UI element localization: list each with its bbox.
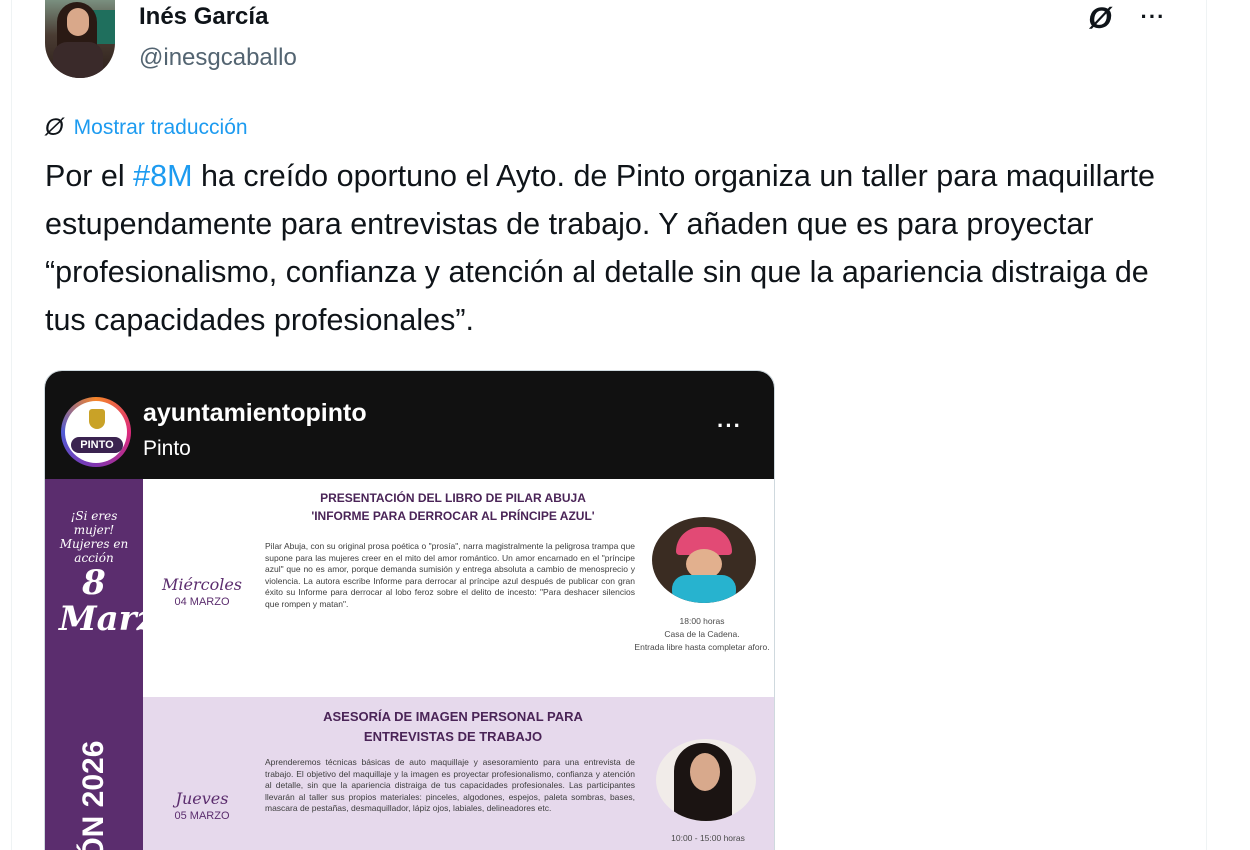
event-block-2: Jueves 05 MARZO ASESORÍA DE IMAGEN PERSO… [143,697,774,850]
event-day-script: Miércoles [161,575,242,594]
instagram-location: Pinto [143,437,191,460]
event-description: Pilar Abuja, con su original prosa poéti… [265,541,635,609]
poster-vertical-year: IÓN 2026 [77,740,110,850]
event-date: 04 MARZO [174,596,230,608]
instagram-header: PINTO ayuntamientopinto Pinto ··· [45,371,774,479]
event-date: 05 MARZO [174,810,230,822]
more-options-icon[interactable]: ··· [1136,4,1170,36]
side-script-line: ¡Si eres mujer! Mujeres en acción [59,509,129,565]
logo-text: PINTO [71,437,123,453]
shield-icon [89,409,105,429]
poster-sidebar: ¡Si eres mujer! Mujeres en acción 8 Marz… [45,479,179,850]
poster-side-script: ¡Si eres mujer! Mujeres en acción 8 Marz… [59,509,179,637]
tweet-text-part: ha creído oportuno el Ayto. de Pinto org… [45,159,1155,337]
author-avatar[interactable] [45,0,115,78]
tweet-text: Por el #8M ha creído oportuno el Ayto. d… [45,152,1165,344]
event-title-line: ENTREVISTAS DE TRABAJO [363,729,543,744]
instagram-account-name: ayuntamientopinto [143,399,367,427]
side-big-date: 8 Marzo [59,563,179,639]
event-title: ASESORÍA DE IMAGEN PERSONAL PARA ENTREVI… [253,707,653,747]
event-title-line: ASESORÍA DE IMAGEN PERSONAL PARA [323,709,583,724]
event-day: Miércoles 04 MARZO [157,575,247,608]
event-day: Jueves 05 MARZO [157,789,247,822]
event-info: 18:00 horas Casa de la Cadena. Entrada l… [627,615,774,654]
grok-icon[interactable]: Ø [1082,4,1118,36]
instructor-photo [656,739,756,821]
event-description: Aprenderemos técnicas básicas de auto ma… [265,757,635,814]
tweet-media-image[interactable]: PINTO ayuntamientopinto Pinto ··· ¡Si er… [44,370,775,850]
event-title-line: PRESENTACIÓN DEL LIBRO DE PILAR ABUJA [320,491,586,505]
translate-row[interactable]: Ø Mostrar traducción [45,113,248,143]
author-photo [652,517,756,603]
event-title: PRESENTACIÓN DEL LIBRO DE PILAR ABUJA 'I… [253,489,653,525]
hashtag-link[interactable]: #8M [133,159,192,193]
author-name[interactable]: Inés García [139,3,268,31]
event-title-line: 'INFORME PARA DERROCAR AL PRÍNCIPE AZUL' [311,509,595,523]
ayuntamiento-logo: PINTO [61,397,131,467]
event-entry: Entrada libre hasta completar aforo. [634,642,770,652]
event-time: 18:00 horas [679,616,725,626]
event-poster: ¡Si eres mujer! Mujeres en acción 8 Marz… [45,479,774,850]
event-time: 10:00 - 15:00 horas [671,833,745,843]
translate-icon: Ø [45,114,64,141]
event-block-1: Miércoles 04 MARZO PRESENTACIÓN DEL LIBR… [143,479,774,697]
instagram-more-icon: ··· [717,413,742,438]
event-place: Casa de la Cadena. [664,629,740,639]
author-handle[interactable]: @inesgcaballo [139,44,297,72]
tweet-text-part: Por el [45,159,134,193]
event-day-script: Jueves [175,789,229,808]
show-translation-link[interactable]: Mostrar traducción [74,116,248,140]
